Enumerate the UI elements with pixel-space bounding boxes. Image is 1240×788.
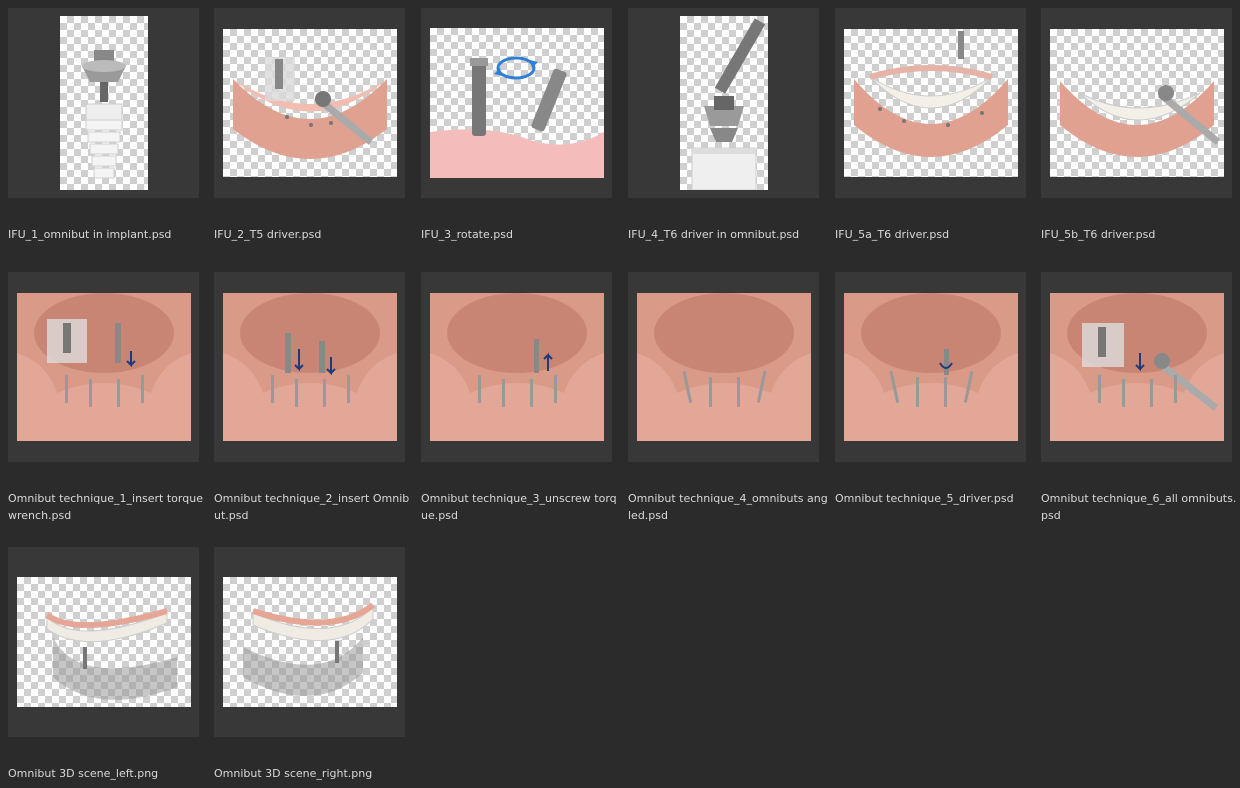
file-thumbnail[interactable] [214,547,405,737]
file-name[interactable]: Omnibut technique_5_driver.psd [835,490,1035,507]
file-name[interactable]: IFU_4_T6 driver in omnibut.psd [628,226,828,243]
file-thumbnail[interactable] [421,272,612,462]
file-thumbnail[interactable] [835,8,1026,198]
technique-4-image [636,293,811,441]
file-thumbnail[interactable] [835,272,1026,462]
file-thumbnail[interactable] [1041,272,1232,462]
technique-2-image [222,293,397,441]
file-thumbnail[interactable] [421,8,612,198]
file-thumbnail[interactable] [1041,8,1232,198]
file-name[interactable]: Omnibut technique_3_unscrew torque.psd [421,490,621,524]
file-name[interactable]: Omnibut 3D scene_right.png [214,765,414,782]
t6-driver-wrench-image [1049,29,1224,177]
file-name[interactable]: Omnibut technique_4_omnibuts angled.psd [628,490,828,524]
file-name[interactable]: IFU_2_T5 driver.psd [214,226,414,243]
rotate-image [429,28,604,178]
3d-scene-left-image [16,577,191,707]
file-thumbnail[interactable] [628,272,819,462]
file-browser-grid: IFU_1_omnibut in implant.psd IFU_2_T5 dr… [0,0,1240,788]
file-name[interactable]: Omnibut 3D scene_left.png [8,765,208,782]
file-thumbnail[interactable] [8,272,199,462]
technique-1-image [16,293,191,441]
file-thumbnail[interactable] [214,272,405,462]
file-name[interactable]: Omnibut technique_6_all omnibuts.psd [1041,490,1240,524]
file-name[interactable]: Omnibut technique_2_insert Omnibut.psd [214,490,414,524]
file-thumbnail[interactable] [214,8,405,198]
file-thumbnail[interactable] [8,8,199,198]
technique-5-image [843,293,1018,441]
file-thumbnail[interactable] [628,8,819,198]
3d-scene-right-image [222,577,397,707]
t6-driver-denture-image [843,29,1018,177]
file-name[interactable]: IFU_5a_T6 driver.psd [835,226,1035,243]
file-name[interactable]: IFU_5b_T6 driver.psd [1041,226,1240,243]
file-name[interactable]: Omnibut technique_1_insert torque wrench… [8,490,208,524]
file-name[interactable]: IFU_3_rotate.psd [421,226,621,243]
t6-driver-omnibut-image [679,16,768,190]
t5-driver-image [222,29,397,177]
technique-6-image [1049,293,1224,441]
file-name[interactable]: IFU_1_omnibut in implant.psd [8,226,208,243]
technique-3-image [429,293,604,441]
implant-omnibut-image [59,16,148,190]
file-thumbnail[interactable] [8,547,199,737]
